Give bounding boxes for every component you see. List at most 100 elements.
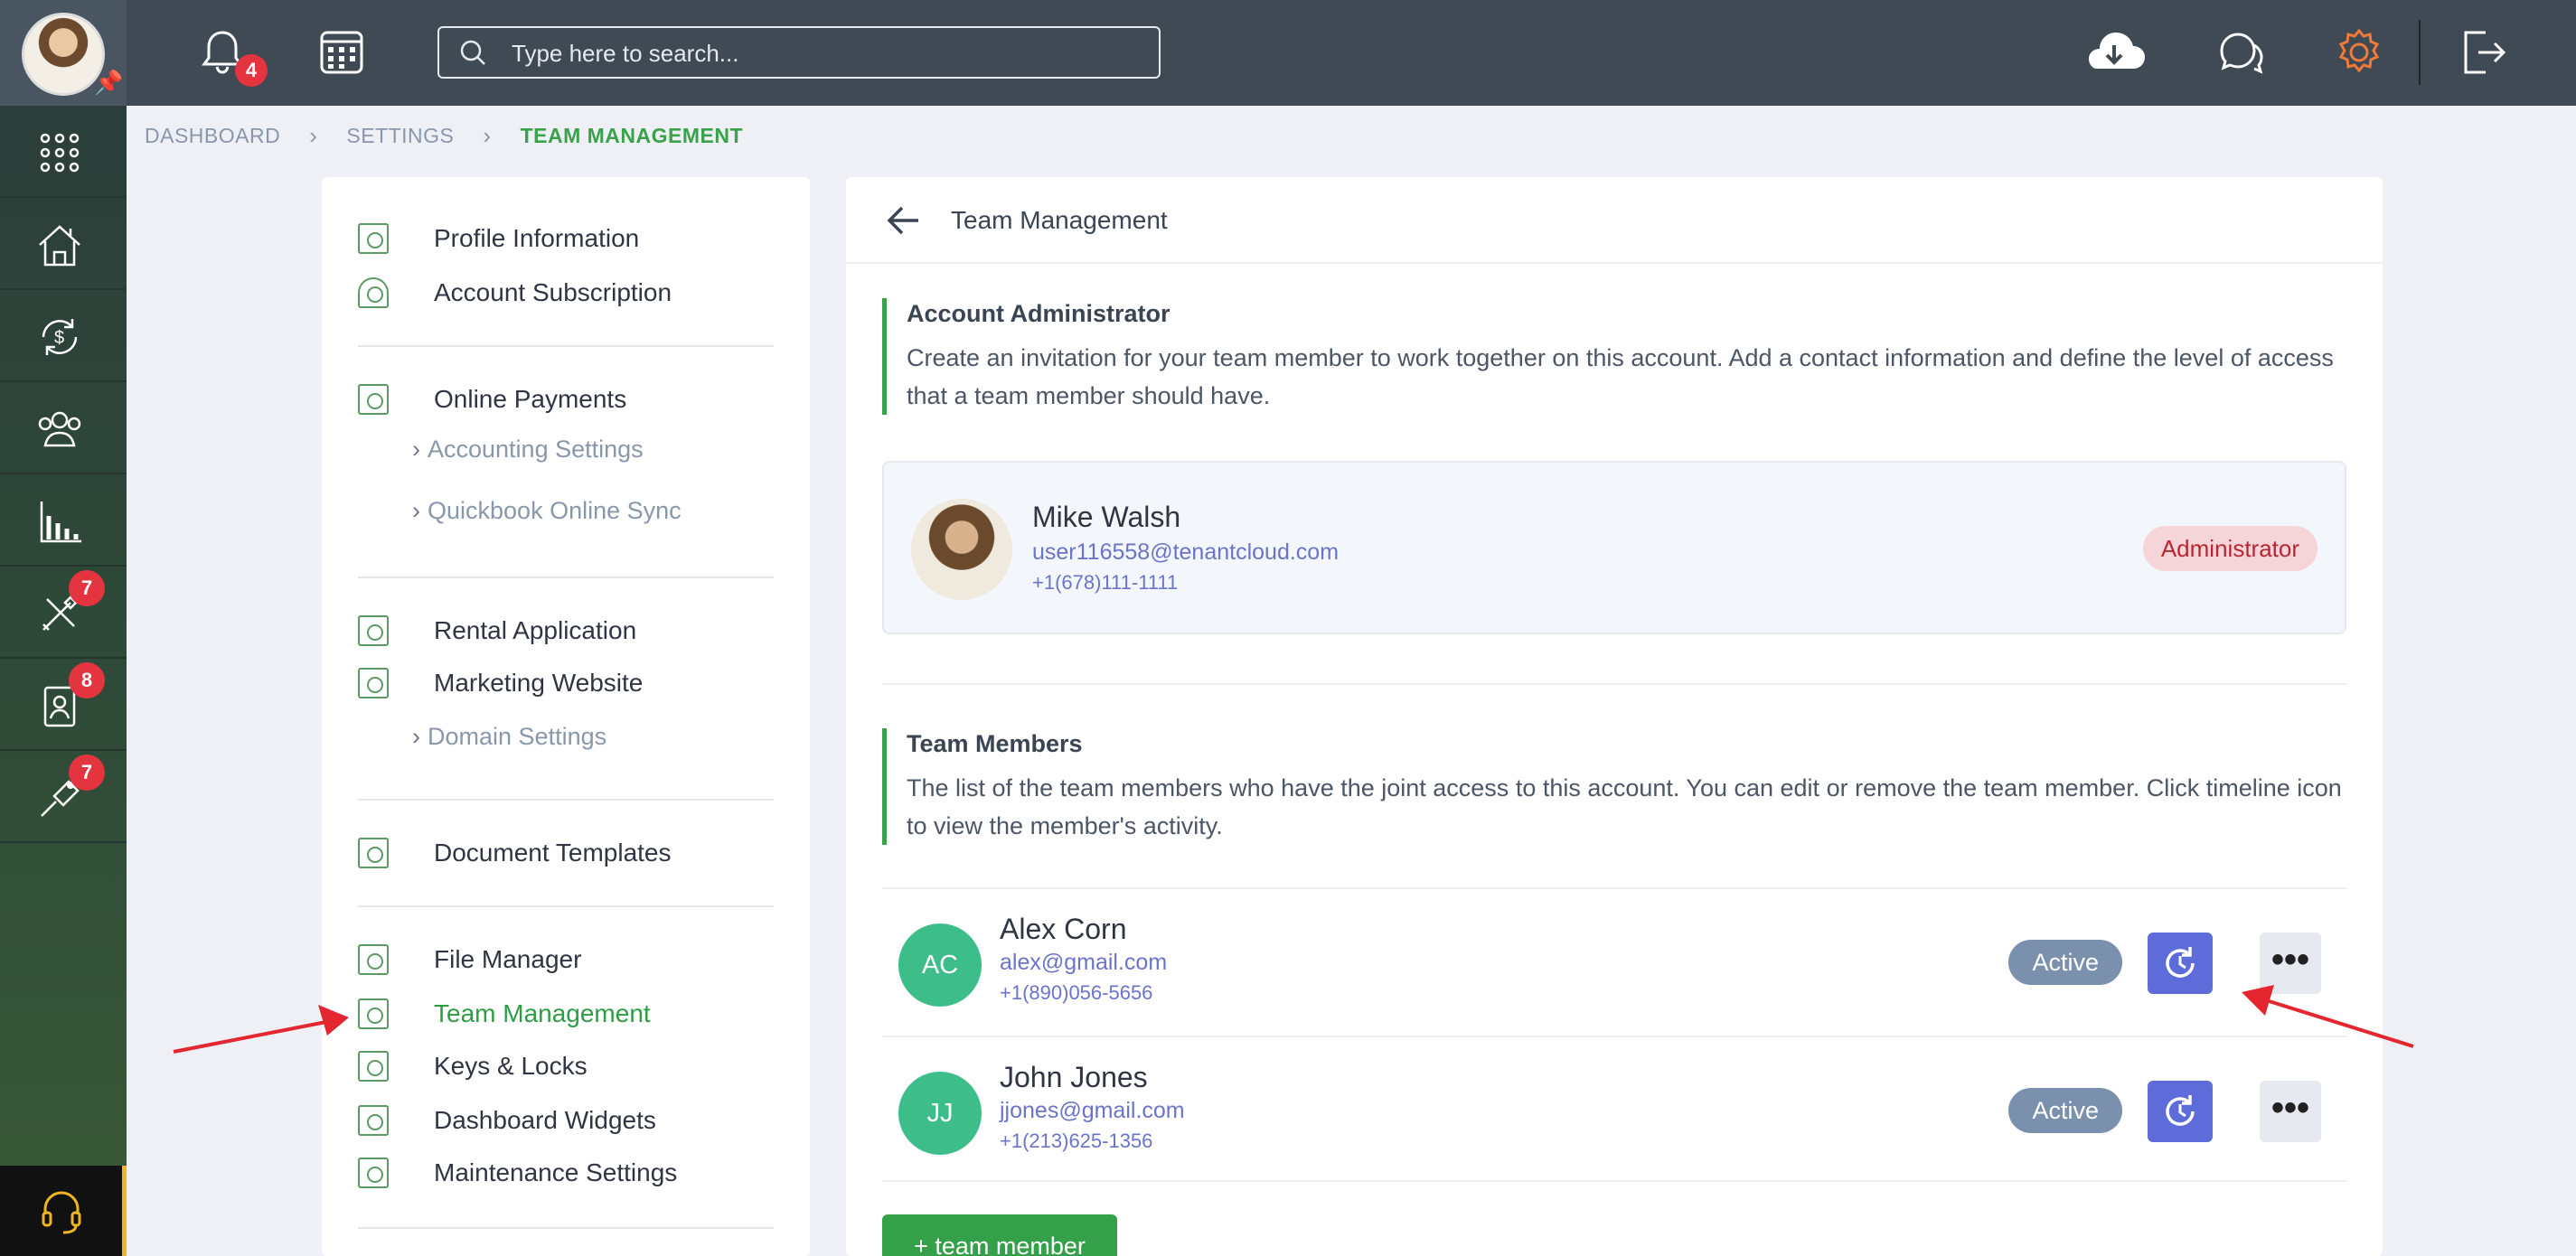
- nav-reports[interactable]: [0, 474, 127, 567]
- profile-icon: [358, 223, 389, 254]
- timeline-button[interactable]: [2148, 1081, 2213, 1142]
- breadcrumb-team-management: TEAM MANAGEMENT: [520, 123, 743, 147]
- search-box[interactable]: [437, 26, 1161, 79]
- more-options-button[interactable]: •••: [2260, 1081, 2321, 1142]
- role-badge: Administrator: [2142, 526, 2317, 571]
- tools-badge: 7: [69, 755, 105, 791]
- team-icon: [358, 998, 389, 1029]
- menu-accounting-settings[interactable]: Accounting Settings: [412, 436, 644, 464]
- menu-domain-settings[interactable]: Domain Settings: [412, 723, 606, 751]
- reports-icon: [40, 501, 81, 543]
- timeline-icon: [2166, 1095, 2195, 1126]
- menu-file-manager[interactable]: File Manager: [358, 942, 581, 978]
- nav-accounting[interactable]: $: [0, 290, 127, 382]
- breadcrumb-settings[interactable]: SETTINGS: [346, 124, 454, 148]
- calendar-icon[interactable]: [315, 25, 369, 80]
- member-email[interactable]: alex@gmail.com: [1000, 950, 1167, 976]
- search-input[interactable]: [512, 35, 1144, 71]
- subscription-icon: [358, 277, 389, 308]
- avatar: [911, 499, 1012, 600]
- user-avatar-area[interactable]: 📌: [0, 0, 127, 106]
- accounting-icon: $: [42, 319, 78, 355]
- admin-phone[interactable]: +1(678)111-1111: [1032, 571, 1339, 595]
- chevron-right-icon: ›: [309, 121, 318, 149]
- properties-icon: [39, 225, 80, 267]
- member-phone[interactable]: +1(890)056-5656: [1000, 981, 1167, 1005]
- timeline-icon: [2166, 947, 2195, 978]
- notification-badge: 4: [235, 54, 268, 87]
- admin-card: Mike Walsh user116558@tenantcloud.com +1…: [882, 461, 2346, 634]
- menu-online-payments[interactable]: Online Payments: [358, 381, 626, 417]
- widgets-icon: [358, 1105, 389, 1136]
- menu-marketing-website[interactable]: Marketing Website: [358, 665, 643, 701]
- admin-section-description: Create an invitation for your team membe…: [907, 344, 2334, 409]
- tenants-badge: 8: [69, 662, 105, 698]
- nav-maintenance[interactable]: 7: [0, 567, 127, 659]
- menu-document-templates[interactable]: Document Templates: [358, 835, 672, 871]
- panel-header: Team Management: [846, 177, 2383, 264]
- admin-email[interactable]: user116558@tenantcloud.com: [1032, 539, 1339, 566]
- menu-rental-application[interactable]: Rental Application: [358, 613, 636, 649]
- annotation-arrow-right: [2242, 985, 2414, 1048]
- list-item: JJ John Jones jjones@gmail.com +1(213)62…: [882, 1036, 2346, 1182]
- member-email[interactable]: jjones@gmail.com: [1000, 1098, 1185, 1124]
- nav-properties[interactable]: [0, 198, 127, 290]
- nav-people[interactable]: [0, 382, 127, 474]
- nav-tenants[interactable]: 8: [0, 659, 127, 751]
- chat-icon[interactable]: [2213, 25, 2267, 80]
- menu-account-subscription[interactable]: Account Subscription: [358, 275, 672, 311]
- key-icon: [358, 1051, 389, 1082]
- chevron-right-icon: ›: [483, 121, 492, 149]
- menu-keys-locks[interactable]: Keys & Locks: [358, 1048, 588, 1084]
- annotation-arrow-left: [173, 1005, 349, 1054]
- document-icon: [358, 838, 389, 868]
- status-badge: Active: [2008, 1088, 2122, 1133]
- folder-icon: [358, 944, 389, 975]
- topbar-divider: [2419, 20, 2421, 85]
- avatar: AC: [898, 923, 982, 1007]
- people-icon: [38, 411, 81, 447]
- apps-grid-icon: [40, 133, 80, 173]
- headset-icon: [42, 1191, 81, 1234]
- status-badge: Active: [2008, 940, 2122, 985]
- back-arrow-icon[interactable]: [886, 204, 922, 237]
- admin-section-title: Account Administrator: [907, 300, 1170, 327]
- timeline-button[interactable]: [2148, 933, 2213, 994]
- image-icon: [358, 668, 389, 698]
- breadcrumb-dashboard[interactable]: DASHBOARD: [145, 124, 280, 148]
- nav-apps[interactable]: [0, 106, 127, 198]
- members-section: Team Members The list of the team member…: [882, 728, 2346, 845]
- member-name: John Jones: [1000, 1061, 1148, 1093]
- menu-maintenance-settings[interactable]: Maintenance Settings: [358, 1155, 677, 1191]
- menu-quickbook-online-sync[interactable]: Quickbook Online Sync: [412, 497, 682, 525]
- admin-name: Mike Walsh: [1032, 501, 1181, 533]
- help-support[interactable]: [0, 1166, 127, 1256]
- menu-divider: [358, 345, 774, 347]
- svg-text:$: $: [54, 328, 64, 348]
- admin-section: Account Administrator Create an invitati…: [882, 298, 2346, 415]
- gear-icon[interactable]: [2332, 25, 2386, 80]
- add-team-member-button[interactable]: + team member: [882, 1214, 1117, 1256]
- left-navigation: $ 7 8 7: [0, 106, 127, 1256]
- members-section-title: Team Members: [907, 730, 1083, 757]
- maintenance-badge: 7: [69, 570, 105, 606]
- menu-divider: [358, 576, 774, 578]
- menu-profile-information[interactable]: Profile Information: [358, 220, 639, 257]
- team-management-panel: Team Management Account Administrator Cr…: [846, 177, 2383, 1256]
- menu-divider: [358, 905, 774, 907]
- logout-icon[interactable]: [2455, 25, 2509, 80]
- cloud-download-icon[interactable]: [2081, 25, 2148, 80]
- top-bar: 📌 4: [0, 0, 2576, 106]
- member-phone[interactable]: +1(213)625-1356: [1000, 1129, 1185, 1153]
- settings-menu: Profile Information Account Subscription…: [322, 177, 810, 1256]
- application-icon: [358, 615, 389, 646]
- pin-icon[interactable]: 📌: [94, 69, 123, 97]
- list-item: AC Alex Corn alex@gmail.com +1(890)056-5…: [882, 887, 2346, 1034]
- avatar[interactable]: [22, 13, 105, 96]
- nav-tools[interactable]: 7: [0, 751, 127, 843]
- page-title: Team Management: [951, 206, 1168, 234]
- menu-dashboard-widgets[interactable]: Dashboard Widgets: [358, 1102, 656, 1139]
- breadcrumb: DASHBOARD › SETTINGS › TEAM MANAGEMENT: [145, 122, 743, 149]
- members-section-description: The list of the team members who have th…: [907, 774, 2342, 839]
- menu-team-management[interactable]: Team Management: [358, 996, 651, 1032]
